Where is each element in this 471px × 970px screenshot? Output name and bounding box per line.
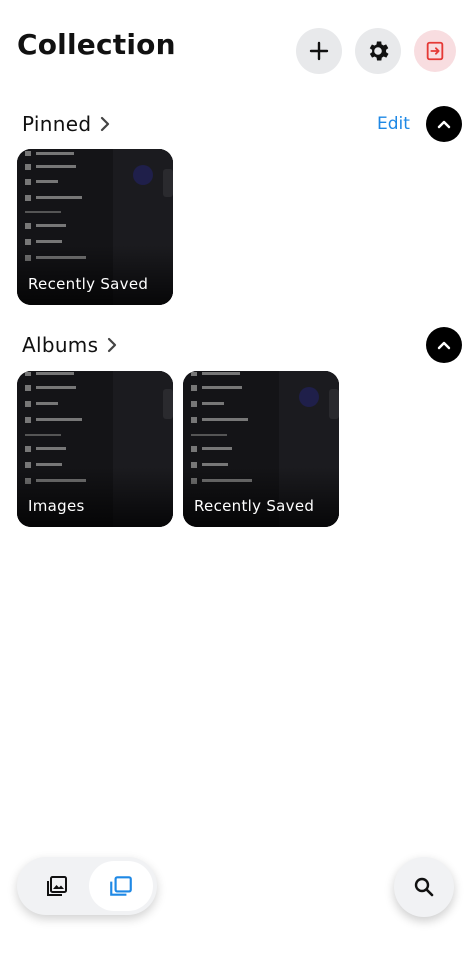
header: Collection <box>0 0 471 100</box>
chevron-up-icon <box>437 341 451 350</box>
plus-icon <box>309 41 329 61</box>
album-card[interactable]: Recently Saved <box>183 371 339 527</box>
logout-icon <box>426 41 444 61</box>
add-button[interactable] <box>296 28 342 74</box>
album-card[interactable]: Images <box>17 371 173 527</box>
nav-collection-button[interactable] <box>89 861 153 911</box>
albums-header[interactable]: Albums <box>22 327 118 363</box>
pinned-item-label: Recently Saved <box>28 275 149 293</box>
bottom-nav <box>17 857 157 915</box>
pinned-header[interactable]: Pinned <box>22 106 111 142</box>
collection-icon <box>110 876 132 896</box>
albums-collapse-button[interactable] <box>426 327 462 363</box>
pinned-title: Pinned <box>22 112 92 136</box>
chevron-right-icon <box>106 337 118 353</box>
nav-photos-button[interactable] <box>37 866 77 906</box>
settings-button[interactable] <box>355 28 401 74</box>
page-title: Collection <box>17 28 176 61</box>
pinned-card[interactable]: Recently Saved <box>17 149 173 305</box>
albums-title: Albums <box>22 333 99 357</box>
search-button[interactable] <box>394 857 454 917</box>
photos-icon <box>47 876 67 896</box>
logout-button[interactable] <box>414 30 456 72</box>
gear-icon <box>369 41 389 61</box>
search-icon <box>414 877 434 897</box>
chevron-up-icon <box>437 120 451 129</box>
pinned-collapse-button[interactable] <box>426 106 462 142</box>
chevron-right-icon <box>99 116 111 132</box>
album-item-label: Images <box>28 497 85 515</box>
album-item-label: Recently Saved <box>194 497 315 515</box>
edit-button[interactable]: Edit <box>377 114 410 134</box>
